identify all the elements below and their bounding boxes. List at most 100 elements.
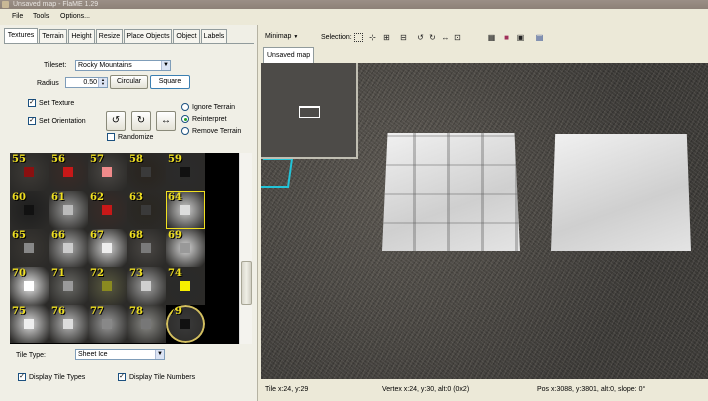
menu-tools[interactable]: Tools xyxy=(31,12,51,22)
tile-number: 59 xyxy=(168,154,182,165)
tile-number: 67 xyxy=(90,230,104,241)
tileset-label: Tileset: xyxy=(44,62,67,69)
minimap[interactable] xyxy=(261,63,358,159)
rotate-selection-ccw-icon[interactable]: ↺ xyxy=(416,33,425,42)
tile-type-select[interactable]: Sheet Ice ▼ xyxy=(75,349,165,360)
tile-77[interactable]: 77 xyxy=(88,305,127,343)
tile-73[interactable]: 73 xyxy=(127,267,166,305)
ignore-terrain-radio[interactable] xyxy=(181,103,189,111)
select-paste-icon[interactable]: ⊞ xyxy=(382,33,391,42)
randomize-label: Randomize xyxy=(118,134,154,141)
tab-textures[interactable]: Textures xyxy=(4,28,38,43)
spinner-icon[interactable]: ▲ ▼ xyxy=(98,78,107,87)
tile-number: 66 xyxy=(51,230,65,241)
scrollbar-thumb[interactable] xyxy=(241,261,252,305)
tile-type-marker xyxy=(24,243,34,253)
tile-72[interactable]: 72 xyxy=(88,267,127,305)
menu-file[interactable]: File xyxy=(10,12,25,22)
status-bar: Tile x:24, y:29 Vertex x:24, y:30, alt:0… xyxy=(259,380,708,401)
select-objects-icon[interactable]: ⊡ xyxy=(453,33,462,42)
circular-button[interactable]: Circular xyxy=(110,75,148,89)
tile-79[interactable]: 79 xyxy=(166,305,205,343)
tile-type-value: Sheet Ice xyxy=(78,351,108,358)
display-tile-numbers-checkbox[interactable]: ✓ xyxy=(118,373,126,381)
set-orientation-checkbox[interactable]: ✓ xyxy=(28,117,36,125)
tile-palette[interactable]: 55 56 57 58 59 60 61 62 63 64 65 66 67 68 69 70 71 72 73 74… xyxy=(10,153,250,344)
selection-label: Selection: xyxy=(321,34,352,41)
select-rectangle-icon[interactable] xyxy=(354,33,363,42)
remove-terrain-radio[interactable] xyxy=(181,127,189,135)
tile-59[interactable]: 59 xyxy=(166,153,205,191)
tile-78[interactable]: 78 xyxy=(127,305,166,343)
tile-63[interactable]: 63 xyxy=(127,191,166,229)
tile-68[interactable]: 68 xyxy=(127,229,166,267)
tile-60[interactable]: 60 xyxy=(10,191,49,229)
tile-69[interactable]: 69 xyxy=(166,229,205,267)
rotate-clockwise-button[interactable]: ↻ xyxy=(131,111,151,131)
tile-58[interactable]: 58 xyxy=(127,153,166,191)
tile-number: 58 xyxy=(129,154,143,165)
lighting-icon[interactable]: ▣ xyxy=(516,33,525,42)
tile-number: 71 xyxy=(51,268,65,279)
square-button[interactable]: Square xyxy=(150,75,190,89)
rotate-counterclockwise-button[interactable]: ↺ xyxy=(106,111,126,131)
tile-number: 55 xyxy=(12,154,26,165)
rotate-cw-icon: ↻ xyxy=(136,115,146,126)
tab-resize[interactable]: Resize xyxy=(96,29,123,43)
map-tab[interactable]: Unsaved map xyxy=(263,47,315,63)
tile-55[interactable]: 55 xyxy=(10,153,49,191)
tile-71[interactable]: 71 xyxy=(49,267,88,305)
map-viewport[interactable] xyxy=(261,63,708,379)
tile-number: 79 xyxy=(168,306,182,317)
menu-options[interactable]: Options... xyxy=(58,12,92,22)
radius-input[interactable]: 0.50 ▲ ▼ xyxy=(65,77,108,88)
texture-view-icon[interactable]: ■ xyxy=(502,33,511,42)
tile-76[interactable]: 76 xyxy=(49,305,88,343)
status-position: Pos x:3088, y:3801, alt:0, slope: 0° xyxy=(537,386,646,393)
tile-palette-scrollbar[interactable] xyxy=(239,153,252,344)
tile-66[interactable]: 66 xyxy=(49,229,88,267)
randomize-checkbox[interactable] xyxy=(107,133,115,141)
minimap-dropdown[interactable]: Minimap ▼ xyxy=(263,31,300,42)
save-icon[interactable]: ▤ xyxy=(535,33,544,42)
tile-number: 61 xyxy=(51,192,65,203)
tile-64[interactable]: 64 xyxy=(166,191,205,229)
tile-67[interactable]: 67 xyxy=(88,229,127,267)
status-vertex: Vertex x:24, y:30, alt:0 (0x2) xyxy=(382,386,470,393)
flip-selection-icon[interactable]: ↔ xyxy=(441,33,450,42)
grid-icon[interactable]: ▦ xyxy=(487,33,496,42)
tile-number: 77 xyxy=(90,306,104,317)
tile-61[interactable]: 61 xyxy=(49,191,88,229)
tileset-value: Rocky Mountains xyxy=(78,62,132,69)
rotate-selection-cw-icon[interactable]: ↻ xyxy=(428,33,437,42)
tile-75[interactable]: 75 xyxy=(10,305,49,343)
tile-62[interactable]: 62 xyxy=(88,191,127,229)
set-texture-checkbox[interactable]: ✓ xyxy=(28,99,36,107)
ice-tile-group-right xyxy=(551,134,691,251)
app-icon xyxy=(2,1,9,8)
tab-terrain[interactable]: Terrain xyxy=(39,29,67,43)
tab-height[interactable]: Height xyxy=(68,29,95,43)
map-panel: Minimap ▼ Selection: ⊹ ⊞ ⊟ ↺ ↻ ↔ ⊡ ▦ ■ ▣… xyxy=(259,25,708,401)
tile-70[interactable]: 70 xyxy=(10,267,49,305)
tileset-select[interactable]: Rocky Mountains ▼ xyxy=(75,60,171,71)
tile-57[interactable]: 57 xyxy=(88,153,127,191)
tile-74[interactable]: 74 xyxy=(166,267,205,305)
tile-type-marker xyxy=(63,167,73,177)
radius-value: 0.50 xyxy=(83,79,97,86)
tile-65[interactable]: 65 xyxy=(10,229,49,267)
tile-type-marker xyxy=(24,319,34,329)
tab-object[interactable]: Object xyxy=(173,29,200,43)
tile-type-marker xyxy=(141,281,151,291)
tab-place-objects[interactable]: Place Objects xyxy=(124,29,172,43)
tile-type-marker xyxy=(102,281,112,291)
display-tile-types-checkbox[interactable]: ✓ xyxy=(18,373,26,381)
tile-56[interactable]: 56 xyxy=(49,153,88,191)
tab-labels[interactable]: Labels xyxy=(201,29,227,43)
tile-number: 62 xyxy=(90,192,104,203)
reinterpret-radio[interactable] xyxy=(181,115,189,123)
flip-horizontal-button[interactable]: ↔ xyxy=(156,111,176,131)
tile-type-marker xyxy=(180,205,190,215)
select-copy-icon[interactable]: ⊹ xyxy=(368,33,377,42)
select-paste-options-icon[interactable]: ⊟ xyxy=(399,33,408,42)
